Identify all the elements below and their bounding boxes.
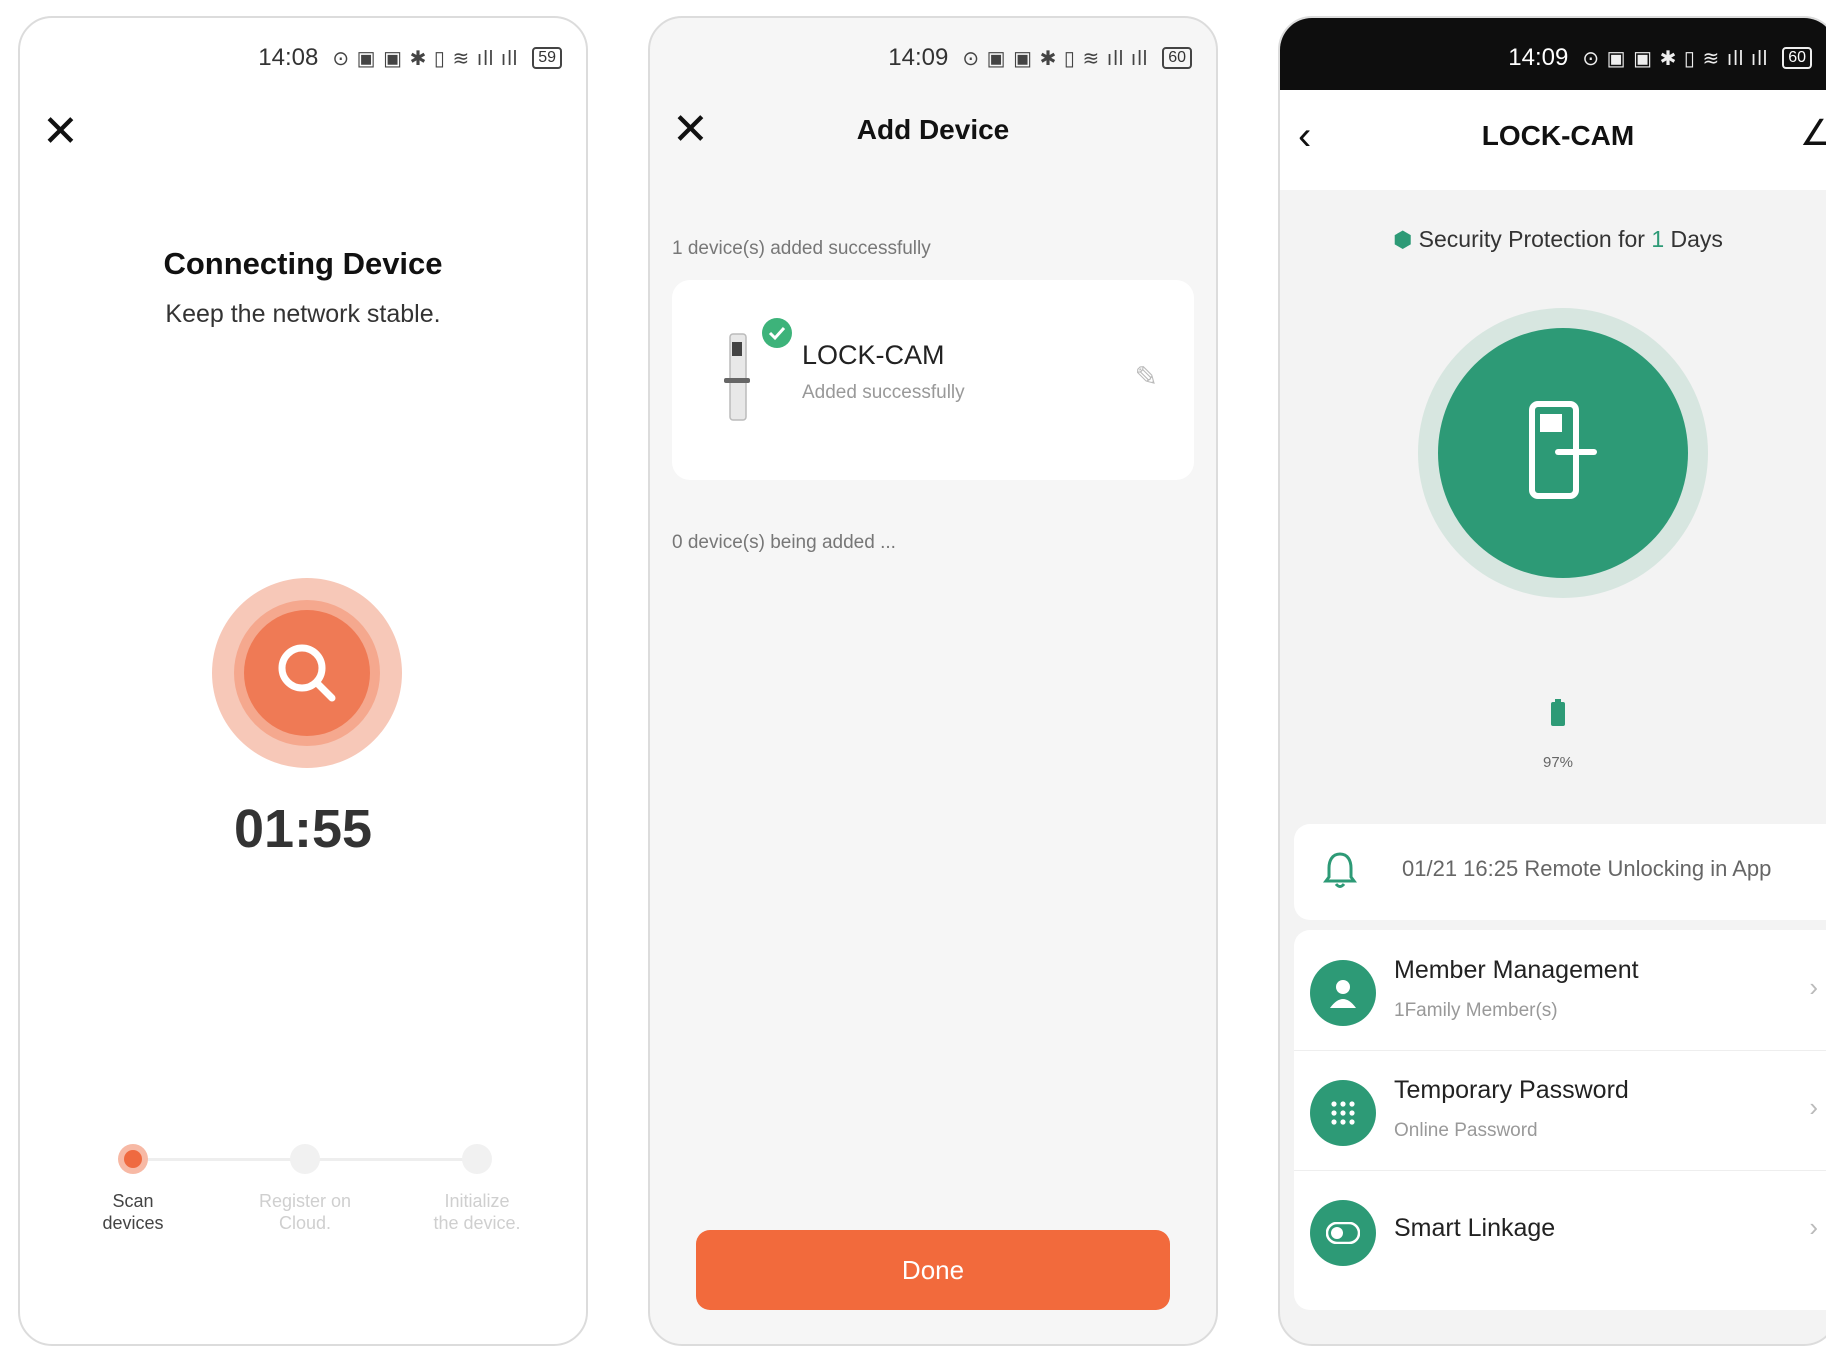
status-bar: 14:09 ⊙ ▣ ▣ ✱ ▯ ≋ ıll ıll 60 [888, 44, 1192, 72]
toggle-icon [1310, 1200, 1376, 1266]
screen-connecting-device: 14:08 ⊙ ▣ ▣ ✱ ▯ ≋ ıll ıll 59 ✕ Connectin… [18, 16, 588, 1346]
step-dot-initialize [462, 1144, 492, 1174]
page-title: Connecting Device [163, 246, 443, 281]
chevron-right-icon: › [1809, 1092, 1818, 1122]
menu-item-subtitle: 1Family Member(s) [1394, 1000, 1558, 1021]
unlock-button-ring [1418, 308, 1708, 598]
scanning-indicator [212, 578, 402, 768]
status-icons: ⊙ ▣ ▣ ✱ ▯ ≋ ıll ıll [1582, 47, 1769, 70]
status-icons: ⊙ ▣ ▣ ✱ ▯ ≋ ıll ıll [332, 47, 519, 70]
added-count-note: 1 device(s) added successfully [672, 238, 931, 259]
door-lock-icon [1529, 401, 1597, 499]
menu-item-smart-linkage[interactable]: Smart Linkage › [1294, 1170, 1826, 1290]
step-label-scan: Scan devices [102, 1191, 164, 1233]
unlock-button[interactable] [1438, 328, 1688, 578]
page-subtitle: Keep the network stable. [165, 300, 441, 328]
check-icon [762, 318, 792, 348]
device-card[interactable]: LOCK-CAM Added successfully ✎ [672, 280, 1194, 480]
page-title: Add Device [856, 114, 1010, 145]
edit-icon[interactable]: ✎ [1135, 360, 1158, 393]
close-icon[interactable]: ✕ [42, 110, 79, 154]
nav-header: ‹ LOCK-CAM ∠ [1280, 90, 1826, 190]
countdown-timer: 01:55 [233, 799, 373, 859]
adding-count-note: 0 device(s) being added ... [672, 532, 896, 553]
battery-level-icon [1280, 698, 1826, 733]
shield-icon: ⬢ [1393, 227, 1413, 252]
keypad-icon [1310, 1080, 1376, 1146]
latest-log-text: 01/21 16:25 Remote Unlocking in App [1402, 856, 1772, 881]
status-time: 14:09 [888, 44, 949, 71]
battery-icon: 60 [1782, 47, 1812, 69]
status-bar: 14:09 ⊙ ▣ ▣ ✱ ▯ ≋ ıll ıll 60 [1508, 44, 1812, 72]
search-icon [244, 610, 370, 736]
edit-icon[interactable]: ∠ [1800, 112, 1826, 154]
device-status: Added successfully [802, 382, 965, 403]
menu-item-title: Member Management [1394, 956, 1639, 984]
chevron-right-icon: › [1809, 972, 1818, 1002]
status-icons: ⊙ ▣ ▣ ✱ ▯ ≋ ıll ıll [962, 47, 1149, 70]
chevron-right-icon: › [1809, 1212, 1818, 1242]
person-icon [1310, 960, 1376, 1026]
menu-item-subtitle: Online Password [1394, 1120, 1538, 1141]
lock-device-icon [718, 330, 758, 430]
menu-list: Member Management 1Family Member(s) › Te… [1294, 930, 1826, 1310]
screen-lock-cam-detail: 14:09 ⊙ ▣ ▣ ✱ ▯ ≋ ıll ıll 60 ‹ LOCK-CAM … [1278, 16, 1826, 1346]
screen-add-device: 14:09 ⊙ ▣ ▣ ✱ ▯ ≋ ıll ıll 60 ✕ Add Devic… [648, 16, 1218, 1346]
menu-item-title: Smart Linkage [1394, 1214, 1556, 1242]
battery-percentage: 97% [1542, 754, 1574, 771]
scanning-ring [234, 600, 380, 746]
menu-item-member-management[interactable]: Member Management 1Family Member(s) › [1294, 930, 1826, 1051]
status-time: 14:08 [258, 44, 319, 71]
bell-icon [1322, 850, 1358, 895]
unlock-log-card[interactable]: 01/21 16:25 Remote Unlocking in App [1294, 824, 1826, 920]
step-label-initialize: Initialize the device. [433, 1191, 521, 1233]
device-name: LOCK-CAM [802, 340, 945, 370]
status-bar: 14:08 ⊙ ▣ ▣ ✱ ▯ ≋ ıll ıll 59 [258, 44, 562, 72]
done-button[interactable]: Done [696, 1230, 1170, 1310]
security-protection-text: ⬢ Security Protection for 1 Days [1393, 226, 1723, 252]
step-dot-scan [118, 1144, 148, 1174]
page-title: LOCK-CAM [1481, 120, 1635, 151]
status-time: 14:09 [1508, 44, 1569, 71]
step-dot-register [290, 1144, 320, 1174]
menu-item-title: Temporary Password [1394, 1076, 1629, 1104]
menu-item-temporary-password[interactable]: Temporary Password Online Password › [1294, 1050, 1826, 1171]
battery-icon: 59 [532, 47, 562, 69]
step-label-register: Register on Cloud. [258, 1191, 352, 1233]
battery-icon: 60 [1162, 47, 1192, 69]
